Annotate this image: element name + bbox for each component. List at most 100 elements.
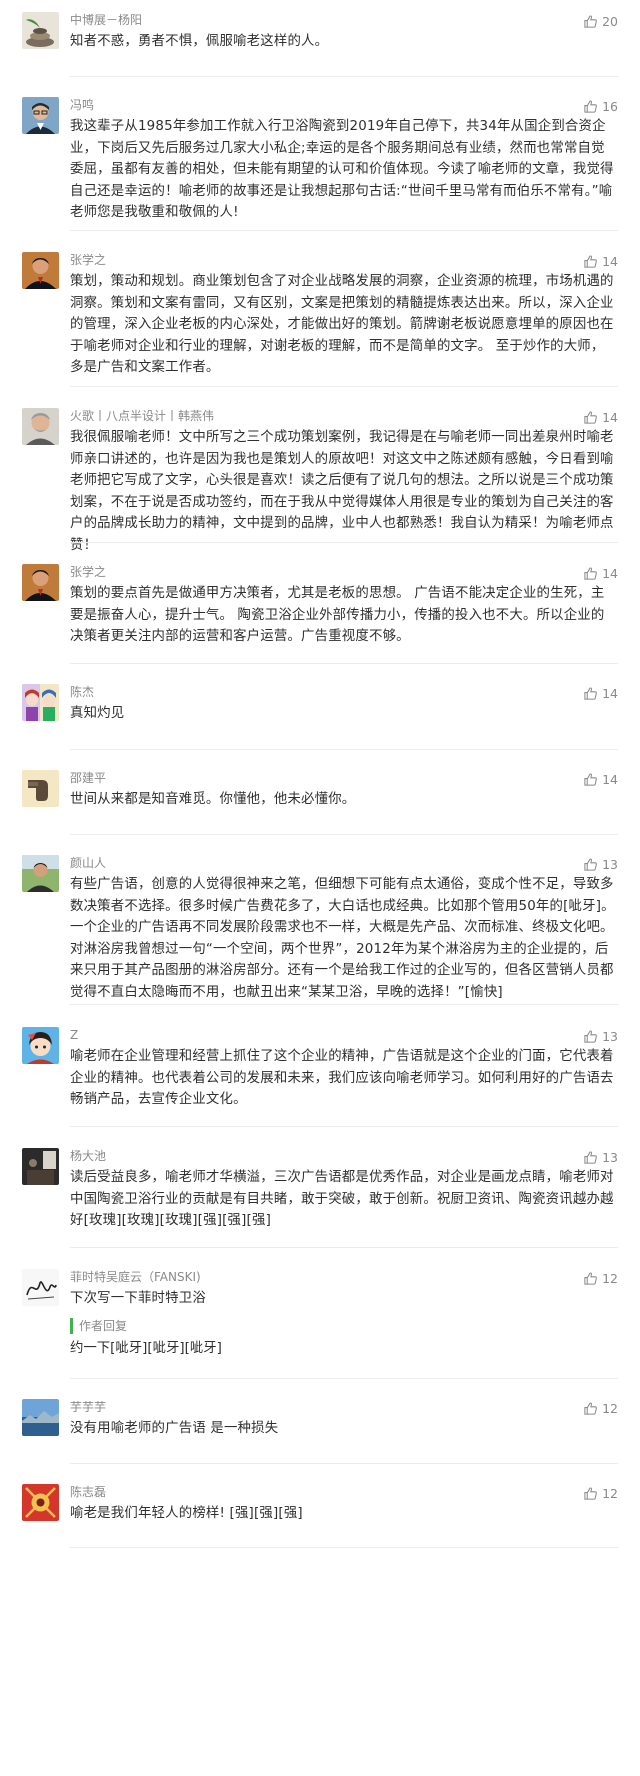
like-count: 12 — [602, 1485, 618, 1501]
like-button[interactable]: 14 — [583, 770, 618, 788]
like-count: 12 — [602, 1270, 618, 1286]
like-count: 14 — [602, 565, 618, 581]
comment-divider — [70, 542, 618, 543]
comment-nickname: 陈杰 — [70, 685, 95, 699]
thumbs-up-icon — [583, 14, 598, 29]
comment-nickname: 火歌丨八点半设计丨韩燕伟 — [70, 409, 215, 423]
comment-text: 策划的要点首先是做通甲方决策者，尤其是老板的思想。 广告语不能决定企业的生死，主… — [70, 586, 605, 644]
like-count: 14 — [602, 409, 618, 425]
comment-body: 杨大池读后受益良多，喻老师才华横溢，三次广告语都是优秀作品，对企业是画龙点睛，喻… — [70, 1148, 618, 1232]
like-count: 13 — [602, 1028, 618, 1044]
like-button[interactable]: 13 — [583, 1027, 618, 1045]
comment-body: 芋芋芋没有用喻老师的广告语 是一种损失 — [70, 1399, 618, 1440]
comment-body: 菲时特吴庭云（FANSKI) 下次写一下菲时特卫浴作者回复约一下[呲牙][呲牙][… — [70, 1269, 618, 1359]
like-count: 13 — [602, 856, 618, 872]
like-count: 14 — [602, 253, 618, 269]
like-button[interactable]: 14 — [583, 564, 618, 582]
avatar[interactable] — [22, 684, 59, 721]
comment-nickname: 颜山人 — [70, 856, 107, 870]
like-count: 20 — [602, 13, 618, 29]
comment-body: 陈杰 真知灼见 — [70, 684, 618, 725]
comment-nickname: 张学之 — [70, 565, 107, 579]
comment-nickname: 芋芋芋 — [70, 1400, 107, 1414]
comment-divider — [70, 834, 618, 835]
author-reply-label: 作者回复 — [70, 1317, 618, 1334]
comment-divider — [70, 1247, 618, 1248]
avatar[interactable] — [22, 855, 59, 892]
avatar[interactable] — [22, 770, 59, 807]
comment-text: 没有用喻老师的广告语 是一种损失 — [70, 1421, 279, 1436]
thumbs-up-icon — [583, 857, 598, 872]
thumbs-up-icon — [583, 1029, 598, 1044]
comment-body: 陈志磊喻老是我们年轻人的榜样! [强][强][强] — [70, 1484, 618, 1525]
like-button[interactable]: 12 — [583, 1399, 618, 1417]
like-button[interactable]: 12 — [583, 1269, 618, 1287]
like-button[interactable]: 20 — [583, 12, 618, 30]
avatar[interactable] — [22, 408, 59, 445]
comment-body: 火歌丨八点半设计丨韩燕伟我很佩服喻老师！文中所写之三个成功策划案例，我记得是在与… — [70, 408, 618, 556]
comment-body: 颜山人有些广告语，创意的人觉得很神来之笔，但细想下可能有点太通俗，变成个性不足，… — [70, 855, 618, 1003]
thumbs-up-icon — [583, 1486, 598, 1501]
comment-text: 我这辈子从1985年参加工作就入行卫浴陶瓷到2019年自己停下，共34年从国企到… — [70, 119, 614, 220]
avatar[interactable] — [22, 12, 59, 49]
comment-nickname: 冯鸣 — [70, 98, 95, 112]
comment-text: 喻老是我们年轻人的榜样! [强][强][强] — [70, 1506, 303, 1521]
author-reply: 作者回复约一下[呲牙][呲牙][呲牙] — [70, 1317, 618, 1360]
avatar[interactable] — [22, 1484, 59, 1521]
like-button[interactable]: 12 — [583, 1484, 618, 1502]
thumbs-up-icon — [583, 686, 598, 701]
thumbs-up-icon — [583, 1271, 598, 1286]
comment-body: 中博展－杨阳 知者不惑，勇者不惧，佩服喻老这样的人。 — [70, 12, 618, 53]
like-button[interactable]: 14 — [583, 684, 618, 702]
like-count: 12 — [602, 1400, 618, 1416]
avatar[interactable] — [22, 1399, 59, 1436]
thumbs-up-icon — [583, 99, 598, 114]
like-button[interactable]: 13 — [583, 855, 618, 873]
avatar[interactable] — [22, 1148, 59, 1185]
comment-nickname: 邵建平 — [70, 771, 107, 785]
comment-divider — [70, 76, 618, 77]
like-button[interactable]: 14 — [583, 408, 618, 426]
avatar[interactable] — [22, 252, 59, 289]
comment-nickname: 张学之 — [70, 253, 107, 267]
thumbs-up-icon — [583, 566, 598, 581]
like-button[interactable]: 16 — [583, 97, 618, 115]
comment-body: Z 喻老师在企业管理和经营上抓住了这个企业的精神，广告语就是这个企业的门面，它代表… — [70, 1027, 618, 1111]
comment-text: 策划，策动和规划。商业策划包含了对企业战略发展的洞察，企业资源的梳理，市场机遇的… — [70, 274, 614, 375]
comment-divider — [70, 1378, 618, 1379]
like-count: 14 — [602, 685, 618, 701]
comment-nickname: 杨大池 — [70, 1149, 107, 1163]
like-count: 16 — [602, 98, 618, 114]
avatar[interactable] — [22, 97, 59, 134]
comment-text: 下次写一下菲时特卫浴 — [70, 1291, 206, 1306]
comment-body: 冯鸣我这辈子从1985年参加工作就入行卫浴陶瓷到2019年自己停下，共34年从国… — [70, 97, 618, 224]
thumbs-up-icon — [583, 254, 598, 269]
thumbs-up-icon — [583, 410, 598, 425]
comment-text: 读后受益良多，喻老师才华横溢，三次广告语都是优秀作品，对企业是画龙点睛，喻老师对… — [70, 1170, 614, 1228]
thumbs-up-icon — [583, 772, 598, 787]
comment-text: 喻老师在企业管理和经营上抓住了这个企业的精神，广告语就是这个企业的门面，它代表着… — [70, 1049, 614, 1107]
author-reply-text: 约一下[呲牙][呲牙][呲牙] — [70, 1340, 222, 1356]
like-button[interactable]: 13 — [583, 1148, 618, 1166]
comment-divider — [70, 230, 618, 231]
like-button[interactable]: 14 — [583, 252, 618, 270]
comment-divider — [70, 1004, 618, 1005]
comment-divider — [70, 386, 618, 387]
like-count: 13 — [602, 1149, 618, 1165]
comment-body: 张学之策划，策动和规划。商业策划包含了对企业战略发展的洞察，企业资源的梳理，市场… — [70, 252, 618, 379]
comment-text: 有些广告语，创意的人觉得很神来之笔，但细想下可能有点太通俗，变成个性不足，导致多… — [70, 877, 615, 1000]
avatar[interactable] — [22, 1269, 59, 1306]
avatar[interactable] — [22, 564, 59, 601]
comment-nickname: 菲时特吴庭云（FANSKI) — [70, 1270, 201, 1284]
avatar[interactable] — [22, 1027, 59, 1064]
comment-text: 我很佩服喻老师！文中所写之三个成功策划案例，我记得是在与喻老师一同出差泉州时喻老… — [70, 430, 614, 553]
comment-body: 邵建平 世间从来都是知音难觅。你懂他，他未必懂你。 — [70, 770, 618, 811]
comment-text: 知者不惑，勇者不惧，佩服喻老这样的人。 — [70, 34, 329, 49]
comment-divider — [70, 1547, 618, 1548]
comment-nickname: 陈志磊 — [70, 1485, 107, 1499]
comment-divider — [70, 749, 618, 750]
comment-body: 张学之策划的要点首先是做通甲方决策者，尤其是老板的思想。 广告语不能决定企业的生… — [70, 564, 618, 648]
comment-divider — [70, 663, 618, 664]
comment-divider — [70, 1126, 618, 1127]
like-count: 14 — [602, 771, 618, 787]
